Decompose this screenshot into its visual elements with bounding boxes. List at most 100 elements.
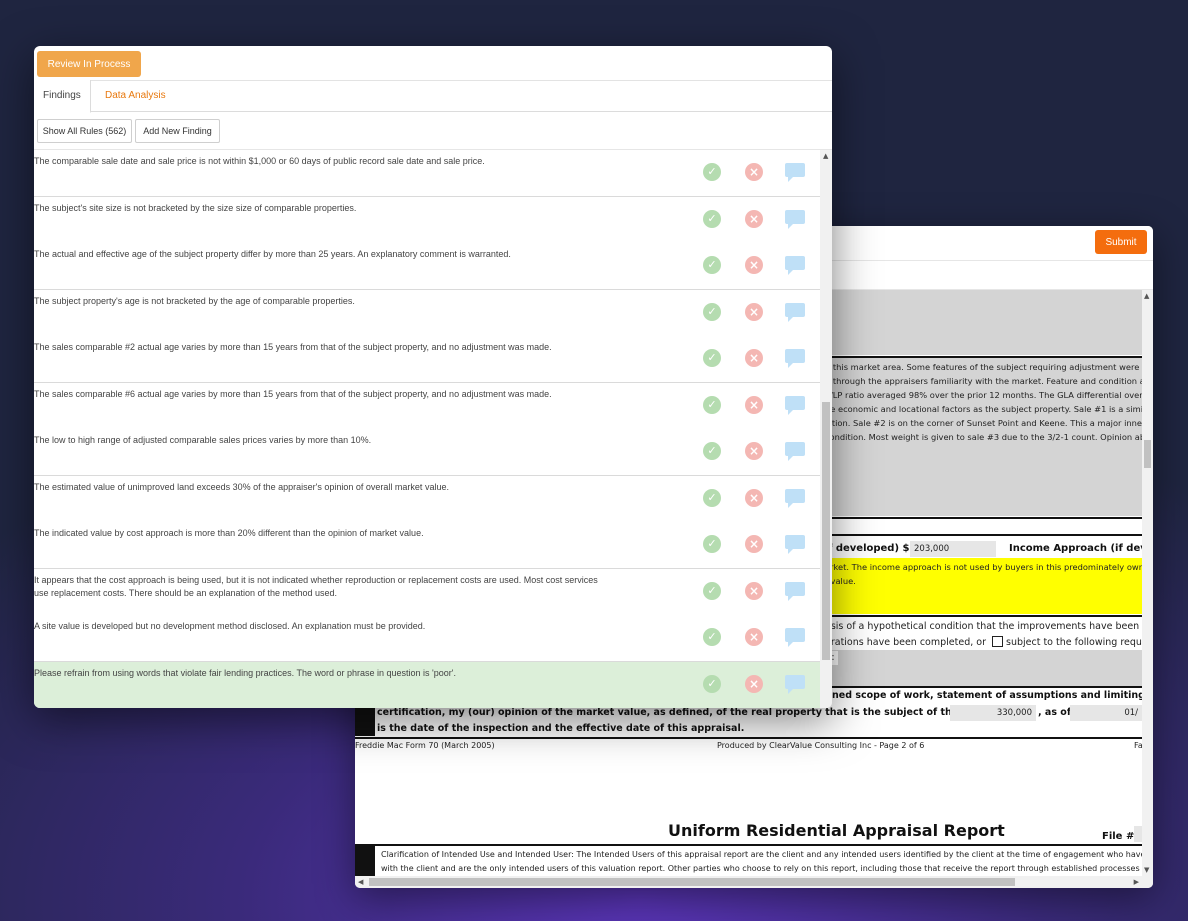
- scroll-right-arrow-icon[interactable]: ▶: [1134, 878, 1139, 886]
- check-icon[interactable]: ✓: [703, 581, 721, 600]
- tab-data-analysis[interactable]: Data Analysis: [96, 80, 175, 113]
- comment-icon[interactable]: [785, 628, 805, 647]
- comment-icon[interactable]: [785, 535, 805, 554]
- comment-line: condition. Most weight is given to sale …: [825, 432, 1142, 442]
- file-number-label: File #: [1102, 831, 1135, 842]
- x-circle-icon[interactable]: ×: [745, 581, 763, 600]
- x-circle-icon[interactable]: ×: [745, 488, 763, 507]
- finding-text: The low to high range of adjusted compar…: [34, 435, 372, 445]
- document-horizontal-scrollbar[interactable]: ◀ ▶: [355, 876, 1153, 888]
- file-number-field[interactable]: [1134, 826, 1142, 842]
- check-icon[interactable]: ✓: [703, 535, 721, 553]
- finding-row[interactable]: The low to high range of adjusted compar…: [34, 429, 820, 476]
- inspection-line: is the date of the inspection and the ef…: [377, 723, 745, 734]
- scroll-down-arrow-icon[interactable]: ▼: [1144, 866, 1149, 874]
- section-marker: [355, 846, 375, 876]
- findings-scrollbar[interactable]: ▲: [820, 150, 832, 708]
- comment-icon[interactable]: [785, 302, 805, 322]
- add-new-finding-button[interactable]: Add New Finding: [135, 119, 220, 143]
- x-circle-icon[interactable]: ×: [745, 628, 763, 646]
- comment-icon[interactable]: [785, 395, 805, 415]
- x-circle-icon[interactable]: ×: [745, 163, 763, 181]
- condition-line: asis of a hypothetical condition that th…: [825, 621, 1142, 632]
- cost-approach-label: f developed) $: [828, 543, 910, 554]
- scroll-left-arrow-icon[interactable]: ◀: [358, 878, 363, 886]
- finding-row[interactable]: The comparable sale date and sale price …: [34, 150, 820, 197]
- finding-row[interactable]: A site value is developed but no develop…: [34, 615, 820, 662]
- cost-approach-value[interactable]: 203,000: [910, 541, 996, 557]
- check-icon[interactable]: ✓: [703, 163, 721, 181]
- check-icon[interactable]: ✓: [703, 256, 721, 274]
- check-icon[interactable]: ✓: [703, 302, 721, 321]
- finding-row[interactable]: The estimated value of unimproved land e…: [34, 475, 820, 523]
- check-icon[interactable]: ✓: [703, 395, 721, 414]
- comment-line: P/LP ratio averaged 98% over the prior 1…: [825, 390, 1142, 400]
- comment-line: d through the appraisers familiarity wit…: [825, 376, 1142, 386]
- check-icon[interactable]: ✓: [703, 442, 721, 460]
- report-title: Uniform Residential Appraisal Report: [668, 821, 1005, 840]
- income-approach-label: Income Approach (if devel: [1009, 543, 1142, 554]
- check-icon[interactable]: ✓: [703, 628, 721, 646]
- comment-line: iction. Sale #2 is on the corner of Suns…: [825, 418, 1142, 428]
- x-circle-icon[interactable]: ×: [745, 395, 763, 414]
- finding-row[interactable]: The indicated value by cost approach is …: [34, 522, 820, 569]
- as-of-value[interactable]: 01/: [1070, 705, 1142, 721]
- finding-row[interactable]: The subject's site size is not bracketed…: [34, 196, 820, 244]
- opinion-line: certification, my (our) opinion of the m…: [377, 707, 1020, 718]
- scroll-up-arrow-icon[interactable]: ▲: [823, 152, 828, 160]
- finding-row[interactable]: Please refrain from using words that vio…: [34, 661, 820, 708]
- document-vertical-scrollbar[interactable]: ▲ ▼: [1142, 290, 1153, 876]
- finding-text: The estimated value of unimproved land e…: [34, 481, 449, 492]
- scrollbar-thumb[interactable]: [1144, 440, 1151, 468]
- x-circle-icon[interactable]: ×: [745, 209, 763, 228]
- review-status-button[interactable]: Review In Process: [37, 51, 141, 77]
- scrollbar-thumb[interactable]: [369, 878, 1015, 886]
- check-icon[interactable]: ✓: [703, 349, 721, 367]
- x-circle-icon[interactable]: ×: [745, 256, 763, 274]
- scroll-up-arrow-icon[interactable]: ▲: [1144, 292, 1149, 300]
- condition-text: erations have been completed, or: [825, 637, 986, 648]
- subject-to-checkbox[interactable]: [992, 636, 1003, 647]
- comment-icon[interactable]: [785, 349, 805, 368]
- comment-icon[interactable]: [785, 488, 805, 508]
- comment-icon[interactable]: [785, 674, 805, 694]
- footer-right: Fa: [1134, 741, 1142, 750]
- x-circle-icon[interactable]: ×: [745, 535, 763, 553]
- scope-line: fined scope of work, statement of assump…: [825, 690, 1142, 701]
- finding-row[interactable]: The sales comparable #6 actual age varie…: [34, 382, 820, 430]
- finding-text: Please refrain from using words that vio…: [34, 667, 456, 678]
- comment-icon[interactable]: [785, 442, 805, 461]
- finding-row[interactable]: It appears that the cost approach is bei…: [34, 568, 820, 616]
- findings-toolbar: Show All Rules (562) Add New Finding: [34, 112, 832, 150]
- clarification-line: Clarification of Intended Use and Intend…: [381, 850, 1142, 859]
- scrollbar-thumb[interactable]: [822, 402, 830, 660]
- x-circle-icon[interactable]: ×: [745, 349, 763, 367]
- finding-row[interactable]: The subject property's age is not bracke…: [34, 289, 820, 337]
- finding-text: The indicated value by cost approach is …: [34, 528, 424, 538]
- footer-produced: Produced by ClearValue Consulting Inc - …: [717, 741, 925, 750]
- finding-text: The comparable sale date and sale price …: [34, 156, 485, 166]
- finding-row[interactable]: The actual and effective age of the subj…: [34, 243, 820, 290]
- show-all-rules-button[interactable]: Show All Rules (562): [37, 119, 132, 143]
- comment-icon[interactable]: [785, 163, 805, 182]
- tab-findings[interactable]: Findings: [34, 80, 91, 113]
- submit-button[interactable]: Submit: [1095, 230, 1147, 254]
- opinion-value[interactable]: 330,000: [950, 705, 1036, 721]
- finding-text: The subject property's age is not bracke…: [34, 295, 355, 306]
- divider: [355, 844, 1142, 846]
- income-comment-line: arket. The income approach is not used b…: [825, 562, 1142, 572]
- finding-text: The sales comparable #6 actual age varie…: [34, 388, 552, 399]
- comment-icon[interactable]: [785, 209, 805, 229]
- check-icon[interactable]: ✓: [703, 674, 721, 693]
- tab-bar: Findings Data Analysis: [34, 80, 832, 113]
- comment-icon[interactable]: [785, 581, 805, 601]
- as-of-label: , as of: [1038, 707, 1071, 718]
- x-circle-icon[interactable]: ×: [745, 302, 763, 321]
- finding-row[interactable]: The sales comparable #2 actual age varie…: [34, 336, 820, 383]
- comment-icon[interactable]: [785, 256, 805, 275]
- check-icon[interactable]: ✓: [703, 209, 721, 228]
- x-circle-icon[interactable]: ×: [745, 442, 763, 460]
- finding-text: The subject's site size is not bracketed…: [34, 202, 357, 213]
- check-icon[interactable]: ✓: [703, 488, 721, 507]
- x-circle-icon[interactable]: ×: [745, 674, 763, 693]
